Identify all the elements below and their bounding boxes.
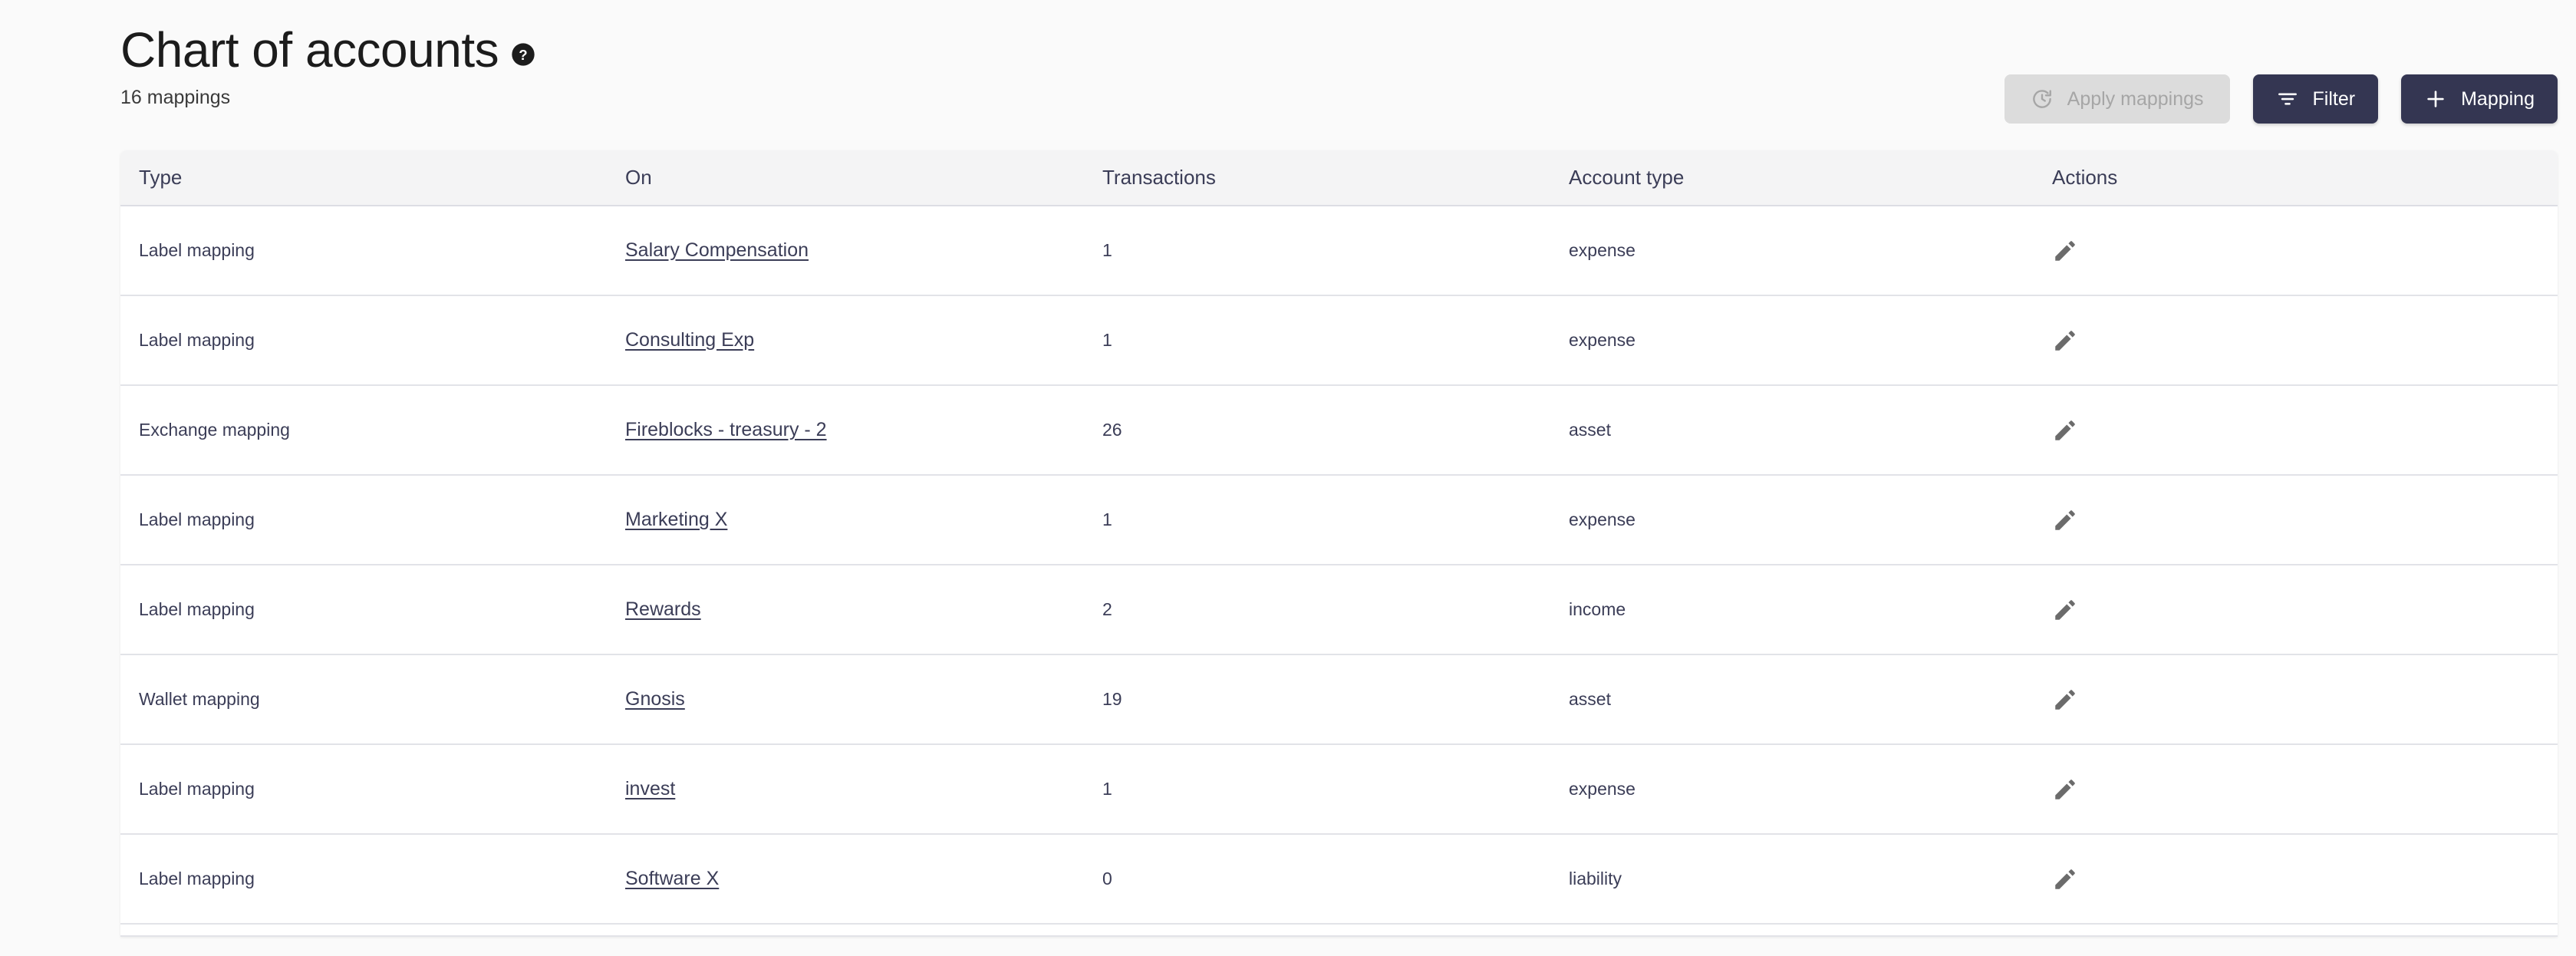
cell-transactions: 1 bbox=[1102, 240, 1112, 260]
cell-on: Software X bbox=[610, 834, 1085, 924]
table-row: Label mapping Software X 0 liability bbox=[120, 834, 2558, 924]
pencil-icon[interactable] bbox=[2052, 328, 2078, 354]
cell-type: Label mapping bbox=[139, 509, 255, 529]
mapping-link[interactable]: Salary Compensation bbox=[625, 239, 809, 261]
filter-label: Filter bbox=[2312, 87, 2356, 110]
add-mapping-label: Mapping bbox=[2461, 87, 2535, 110]
table-header: Type On Transactions Account type Action… bbox=[120, 150, 2558, 206]
cell-actions bbox=[2037, 385, 2558, 475]
cell-type: Label mapping bbox=[139, 330, 255, 350]
mapping-link[interactable]: Consulting Exp bbox=[625, 329, 754, 351]
pencil-icon[interactable] bbox=[2052, 687, 2078, 713]
cell-account-type: expense bbox=[1569, 509, 1636, 529]
table-row: Label mapping Salary Compensation 1 expense bbox=[120, 206, 2558, 295]
mapping-link[interactable]: Marketing X bbox=[625, 509, 727, 530]
cell-on: Rewards bbox=[610, 565, 1085, 654]
add-mapping-button[interactable]: Mapping bbox=[2401, 74, 2558, 124]
cell-partial bbox=[1553, 924, 2037, 936]
pencil-icon[interactable] bbox=[2052, 597, 2078, 623]
cell-transactions: 26 bbox=[1102, 420, 1122, 440]
cell-transactions: 1 bbox=[1102, 509, 1112, 529]
table-row: Label mapping invest 1 expense bbox=[120, 744, 2558, 834]
table-row: Wallet mapping Gnosis 19 asset bbox=[120, 654, 2558, 744]
mapping-link[interactable]: invest bbox=[625, 778, 675, 799]
cell-account-type: income bbox=[1569, 599, 1626, 619]
cell-actions bbox=[2037, 565, 2558, 654]
cell-transactions: 2 bbox=[1102, 599, 1112, 619]
apply-mappings-button[interactable]: Apply mappings bbox=[2004, 74, 2230, 124]
cell-type: Label mapping bbox=[139, 599, 255, 619]
cell-partial bbox=[120, 924, 610, 936]
mapping-link[interactable]: Software X bbox=[625, 868, 719, 889]
cell-account-type: expense bbox=[1569, 330, 1636, 350]
cell-account-type: expense bbox=[1569, 779, 1636, 799]
column-header-transactions: Transactions bbox=[1085, 150, 1553, 206]
column-header-type: Type bbox=[120, 150, 610, 206]
cell-type: Label mapping bbox=[139, 779, 255, 799]
cell-account-type: expense bbox=[1569, 240, 1636, 260]
column-header-actions: Actions bbox=[2037, 150, 2558, 206]
filter-button[interactable]: Filter bbox=[2252, 74, 2379, 124]
title-row: Chart of accounts ? bbox=[120, 21, 2530, 78]
mapping-link[interactable]: Rewards bbox=[625, 598, 701, 620]
pencil-icon[interactable] bbox=[2052, 238, 2078, 264]
cell-type: Label mapping bbox=[139, 240, 255, 260]
cell-partial bbox=[610, 924, 1085, 936]
table-row-partial bbox=[120, 924, 2558, 936]
cell-account-type: asset bbox=[1569, 420, 1611, 440]
cell-transactions: 1 bbox=[1102, 330, 1112, 350]
cell-actions bbox=[2037, 834, 2558, 924]
cell-transactions: 19 bbox=[1102, 689, 1122, 709]
cell-on: Gnosis bbox=[610, 654, 1085, 744]
svg-text:?: ? bbox=[519, 47, 527, 63]
column-header-account-type: Account type bbox=[1553, 150, 2037, 206]
pencil-icon[interactable] bbox=[2052, 507, 2078, 533]
history-refresh-icon bbox=[2031, 87, 2054, 110]
mappings-table: Type On Transactions Account type Action… bbox=[120, 150, 2558, 937]
table-body: Label mapping Salary Compensation 1 expense… bbox=[120, 206, 2558, 936]
cell-actions bbox=[2037, 654, 2558, 744]
cell-type: Exchange mapping bbox=[139, 420, 290, 440]
cell-partial bbox=[1085, 924, 1553, 936]
column-header-on: On bbox=[610, 150, 1085, 206]
table-header-row: Type On Transactions Account type Action… bbox=[120, 150, 2558, 206]
table-row: Label mapping Marketing X 1 expense bbox=[120, 475, 2558, 565]
cell-on: Marketing X bbox=[610, 475, 1085, 565]
chart-of-accounts-page: Chart of accounts ? 16 mappings Apply ma… bbox=[0, 0, 2576, 956]
cell-actions bbox=[2037, 206, 2558, 295]
mappings-table-container: Type On Transactions Account type Action… bbox=[120, 150, 2558, 937]
apply-mappings-label: Apply mappings bbox=[2067, 87, 2204, 110]
cell-on: Salary Compensation bbox=[610, 206, 1085, 295]
cell-account-type: asset bbox=[1569, 689, 1611, 709]
pencil-icon[interactable] bbox=[2052, 866, 2078, 892]
pencil-icon[interactable] bbox=[2052, 417, 2078, 443]
cell-on: Fireblocks - treasury - 2 bbox=[610, 385, 1085, 475]
header-actions: Apply mappings Filter Mapping bbox=[2004, 74, 2558, 124]
cell-transactions: 1 bbox=[1102, 779, 1112, 799]
table-row: Exchange mapping Fireblocks - treasury - … bbox=[120, 385, 2558, 475]
cell-account-type: liability bbox=[1569, 869, 1622, 888]
table-row: Label mapping Consulting Exp 1 expense bbox=[120, 295, 2558, 385]
cell-on: Consulting Exp bbox=[610, 295, 1085, 385]
cell-actions bbox=[2037, 744, 2558, 834]
mapping-link[interactable]: Gnosis bbox=[625, 688, 685, 710]
plus-icon bbox=[2424, 87, 2447, 110]
table-row: Label mapping Rewards 2 income bbox=[120, 565, 2558, 654]
cell-type: Wallet mapping bbox=[139, 689, 260, 709]
mapping-link[interactable]: Fireblocks - treasury - 2 bbox=[625, 419, 827, 440]
page-title: Chart of accounts bbox=[120, 22, 499, 77]
help-circle-icon[interactable]: ? bbox=[511, 42, 535, 67]
cell-transactions: 0 bbox=[1102, 869, 1112, 888]
pencil-icon[interactable] bbox=[2052, 776, 2078, 803]
cell-actions bbox=[2037, 475, 2558, 565]
cell-partial bbox=[2037, 924, 2558, 936]
cell-type: Label mapping bbox=[139, 869, 255, 888]
filter-icon bbox=[2276, 87, 2299, 110]
cell-on: invest bbox=[610, 744, 1085, 834]
cell-actions bbox=[2037, 295, 2558, 385]
